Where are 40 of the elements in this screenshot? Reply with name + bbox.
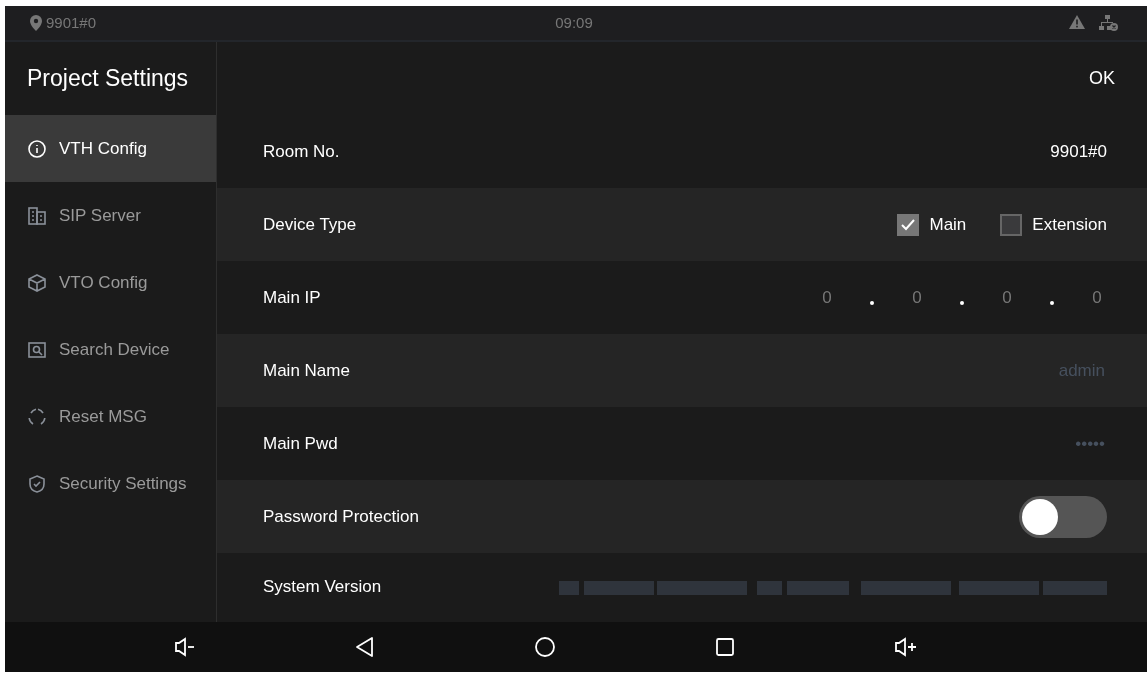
setting-value: 9901#0 [1050,140,1107,163]
text-field[interactable]: ••••• [907,429,1107,458]
setting-label: Main Pwd [263,432,339,455]
sidebar-item[interactable]: VTH Config [5,115,216,182]
ip-octet-field[interactable]: 0 [907,284,927,311]
setting-label: Device Type [263,213,358,236]
check-icon [900,217,917,232]
ip-octet-field[interactable]: 0 [997,284,1017,311]
dot-icon [960,301,964,306]
sidebar-item[interactable]: VTO Config [5,249,216,316]
network-disconnected-icon [1099,15,1119,31]
sidebar-item[interactable]: Security Settings [5,450,216,517]
toggle-switch[interactable] [1019,495,1107,538]
ok-button[interactable]: OK [1077,59,1127,98]
setting-label: Main Name [263,359,351,382]
clock: 09:09 [555,13,593,31]
page-title: Project Settings [27,64,189,94]
setting-label: Room No. [263,140,341,163]
text-field[interactable]: admin [907,356,1107,385]
dot-icon [1050,301,1054,306]
sidebar-item[interactable]: SIP Server [5,182,216,249]
info-icon [27,138,47,159]
room-number: 9901#0 [46,12,97,33]
reset-icon [27,406,47,427]
location-pin-icon [29,15,43,31]
ip-octet-field[interactable]: 0 [817,284,837,311]
checkbox[interactable]: Main [897,211,967,238]
building-icon [27,205,47,226]
ip-octet-field[interactable]: 0 [1087,284,1107,311]
warning-icon [1069,15,1085,29]
setting-label: Password Protection [263,505,420,528]
search-icon [27,339,47,360]
sidebar-item[interactable]: Reset MSG [5,383,216,450]
dot-icon [870,301,874,306]
setting-label: System Version [263,576,383,599]
shield-icon [27,473,47,494]
sidebar-item[interactable]: Search Device [5,316,216,383]
setting-label: Main IP [263,286,322,309]
cube-icon [27,272,47,293]
checkbox[interactable]: Extension [1000,211,1107,238]
